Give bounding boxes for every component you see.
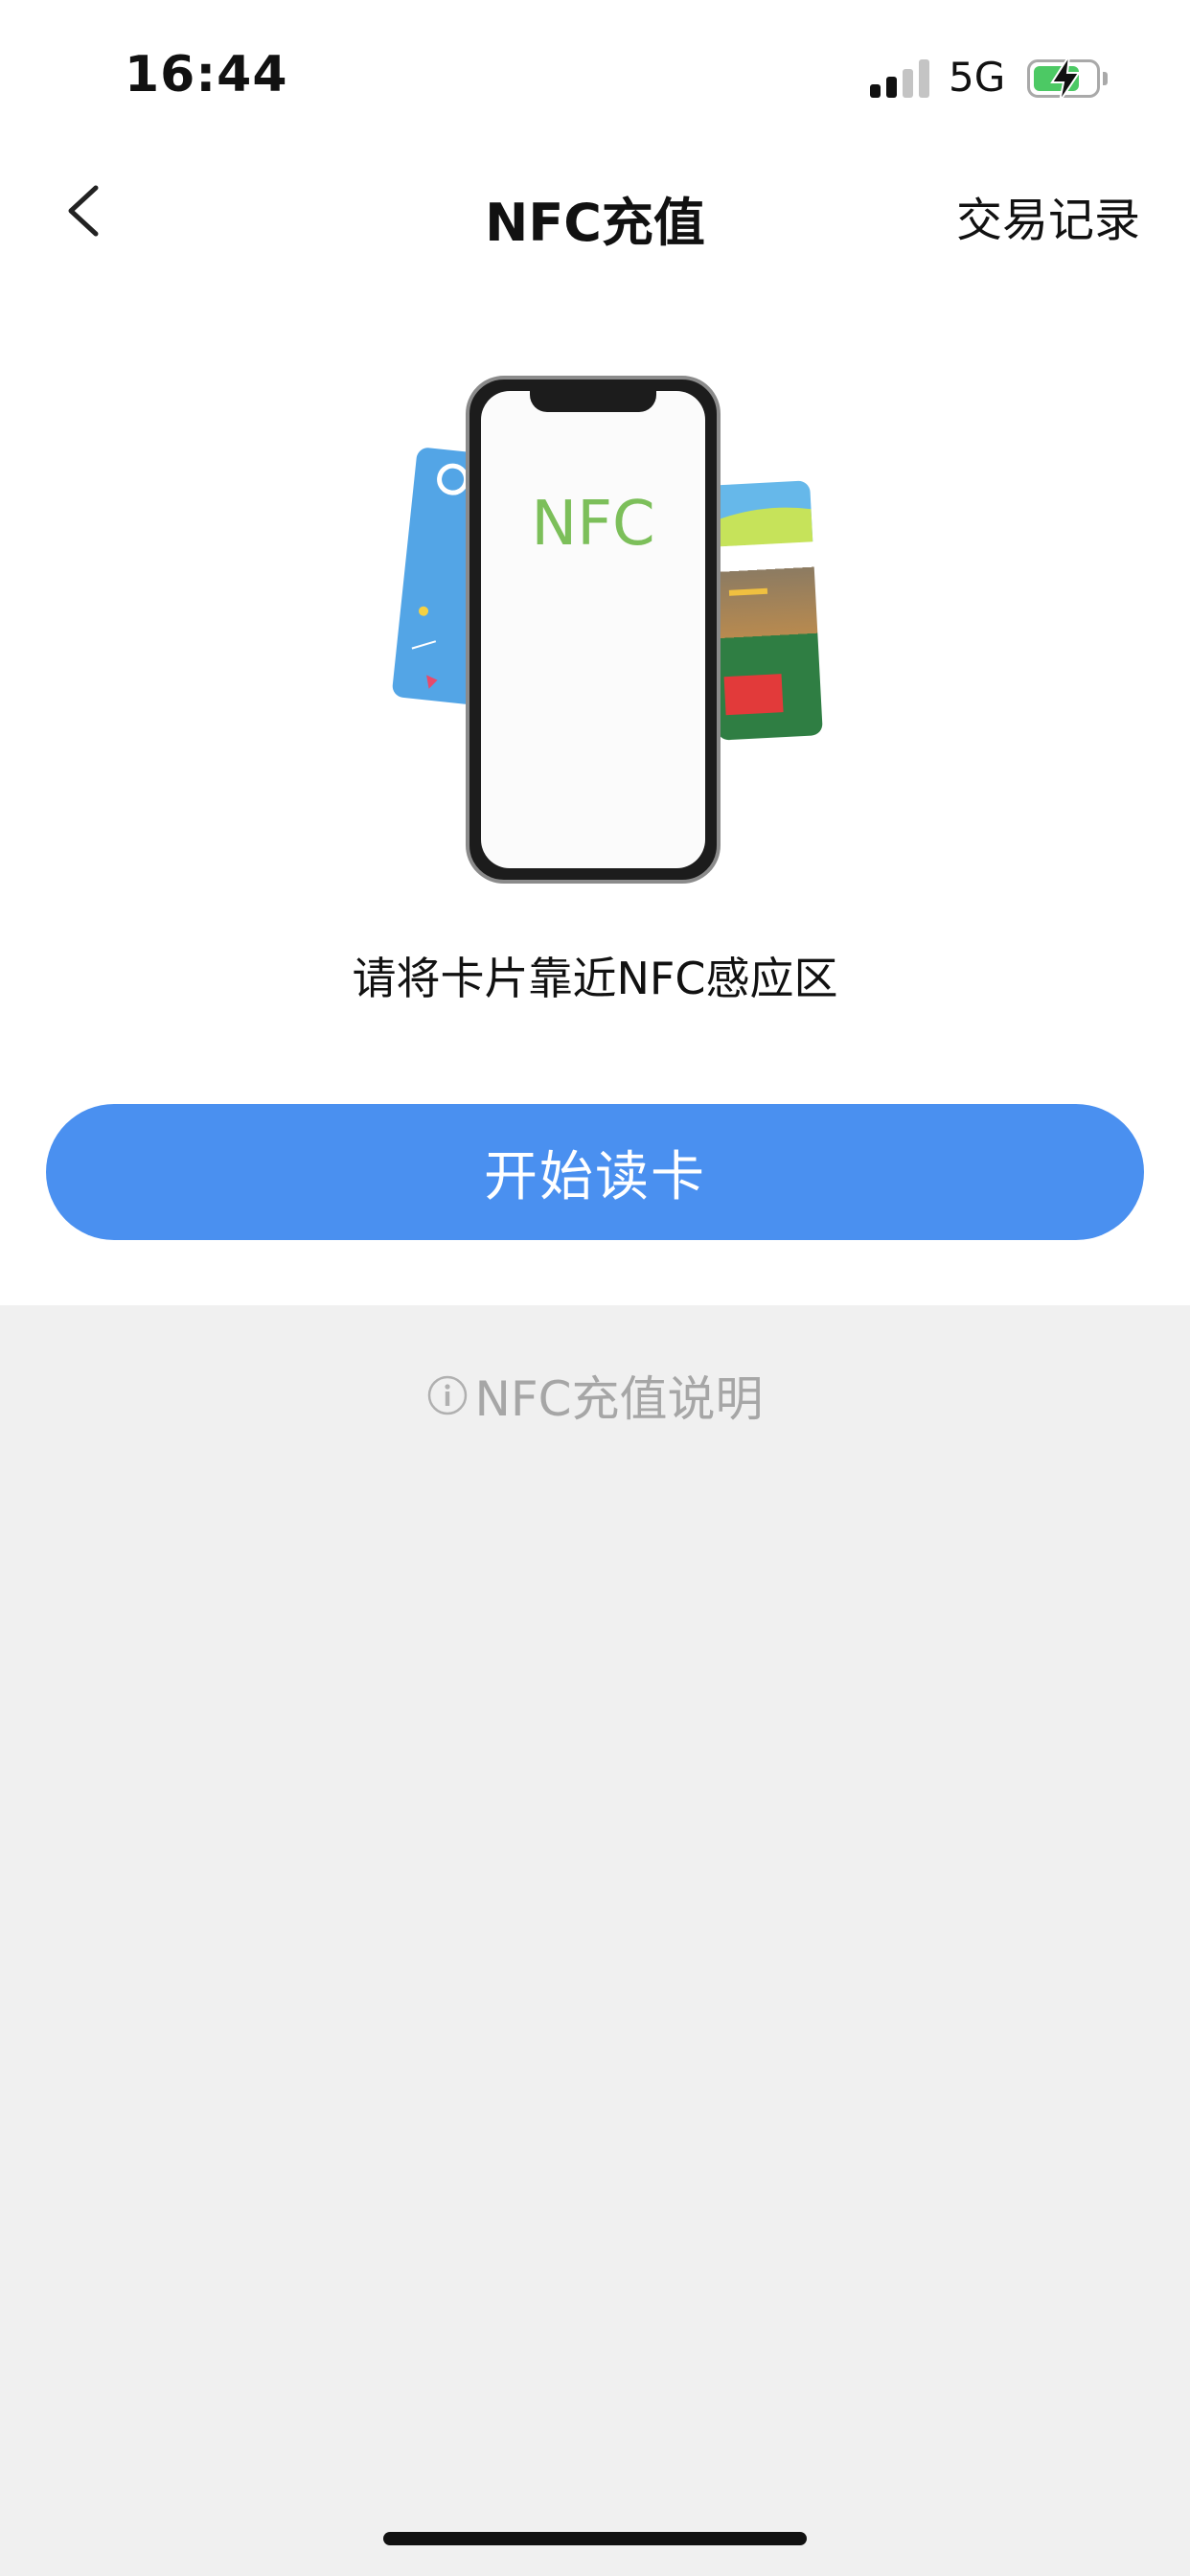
- signal-strength-icon: [870, 59, 931, 98]
- phone-image: NFC: [466, 376, 721, 884]
- info-circle-icon: [428, 1375, 468, 1415]
- network-type: 5G: [949, 54, 1006, 101]
- battery-cap: [1103, 72, 1108, 85]
- home-indicator[interactable]: [383, 2532, 807, 2545]
- instruction-text: 请将卡片靠近NFC感应区: [352, 953, 838, 1004]
- phone-screen: NFC: [481, 391, 705, 868]
- phone-screen-label: NFC: [531, 489, 655, 560]
- transit-card-right-image: [704, 480, 823, 741]
- info-link-label: NFC充值说明: [474, 1371, 764, 1427]
- charging-bolt-icon: [1050, 55, 1081, 103]
- start-reading-button[interactable]: 开始读卡: [46, 1104, 1144, 1240]
- phone-notch: [530, 387, 656, 412]
- transaction-history-link[interactable]: 交易记录: [956, 182, 1140, 249]
- nfc-illustration: NFC: [383, 364, 843, 901]
- nfc-recharge-info-link[interactable]: NFC充值说明: [0, 1361, 1190, 1430]
- status-time: 16:44: [125, 46, 288, 104]
